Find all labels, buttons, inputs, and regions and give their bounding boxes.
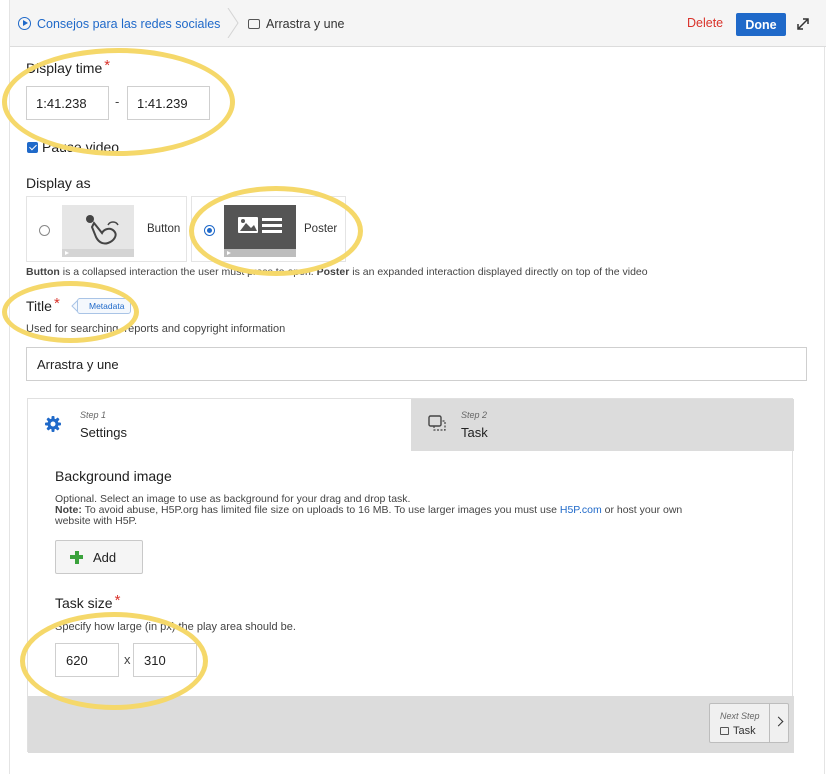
tab-settings[interactable]: Step 1 Settings <box>28 399 411 451</box>
task-size-description: Specify how large (in px) the play area … <box>55 621 296 633</box>
step-name: Task <box>461 425 488 440</box>
note-text-2: or host your own <box>601 504 683 516</box>
task-width-input[interactable]: 620 <box>55 643 119 677</box>
background-image-description: Optional. Select an image to use as back… <box>55 494 785 527</box>
display-as-label: Display as <box>26 175 91 191</box>
display-as-help: Button is a collapsed interaction the us… <box>26 266 648 278</box>
breadcrumb-parent-label: Consejos para las redes sociales <box>37 16 221 31</box>
radio-poster-option[interactable] <box>204 225 215 236</box>
help-text-1: is a collapsed interaction the user must… <box>59 266 317 278</box>
thumb-playbar <box>224 249 296 257</box>
next-step-button[interactable]: Next Step Task <box>709 703 789 743</box>
hand-tap-icon <box>86 215 119 245</box>
required-mark: * <box>114 592 121 609</box>
next-step-label: Next Step <box>720 711 760 721</box>
done-button[interactable]: Done <box>736 13 786 36</box>
display-time-end-input[interactable]: 1:41.239 <box>127 86 210 120</box>
breadcrumb-current-label: Arrastra y une <box>266 16 345 31</box>
option-label-button: Button <box>147 223 181 235</box>
step-name: Settings <box>80 425 127 440</box>
drag-drop-icon <box>720 727 729 735</box>
help-bold-button: Button <box>26 266 60 278</box>
poster-thumbnail <box>224 205 296 257</box>
title-label: Title * <box>26 295 60 315</box>
display-as-option-button[interactable]: Button <box>26 196 187 262</box>
task-size-label: Task size * <box>55 592 121 612</box>
play-circle-icon <box>18 17 31 30</box>
add-label: Add <box>93 549 117 565</box>
radio-button-option[interactable] <box>39 225 50 236</box>
background-image-label: Background image <box>55 468 172 484</box>
add-image-button[interactable]: Add <box>55 540 143 574</box>
editor-page: Consejos para las redes sociales Arrastr… <box>2 0 826 774</box>
h5p-com-link[interactable]: H5P.com <box>560 504 602 516</box>
next-step-target: Task <box>720 725 756 737</box>
poster-icon <box>238 217 282 233</box>
plus-icon <box>70 550 83 564</box>
delete-button[interactable]: Delete <box>687 16 723 30</box>
help-bold-poster: Poster <box>316 266 350 278</box>
task-height-input[interactable]: 310 <box>133 643 197 677</box>
display-time-label-text: Display time <box>26 60 103 76</box>
option-label-poster: Poster <box>304 223 338 235</box>
required-mark: * <box>104 57 111 74</box>
title-input[interactable]: Arrastra y une <box>26 347 807 381</box>
expand-icon[interactable] <box>794 15 812 33</box>
step-number: Step 2 <box>461 410 488 420</box>
help-text-2: is an expanded interaction displayed dir… <box>349 266 648 278</box>
required-mark: * <box>53 295 60 312</box>
next-step-target-label: Task <box>733 725 756 737</box>
wizard-footer: Next Step Task <box>28 696 794 753</box>
tab-task[interactable]: Step 2 Task <box>411 399 794 451</box>
drag-drop-wizard: Step 1 Settings Step 2 Task Background i… <box>27 398 794 753</box>
bg-note-line3: website with H5P. <box>55 515 138 527</box>
display-as-option-poster[interactable]: Poster <box>191 196 346 262</box>
pause-video-checkbox[interactable] <box>27 142 38 153</box>
divider <box>769 704 770 742</box>
title-label-text: Title <box>26 298 52 314</box>
button-thumbnail <box>62 205 134 257</box>
breadcrumb-parent[interactable]: Consejos para las redes sociales <box>18 0 220 47</box>
title-description: Used for searching, reports and copyrigh… <box>26 323 286 335</box>
thumb-playbar <box>62 249 134 257</box>
task-size-label-text: Task size <box>55 595 113 611</box>
pause-video-label: Pause video <box>42 139 120 155</box>
step-number: Step 1 <box>80 410 107 420</box>
bg-note: Note: To avoid abuse, H5P.org has limite… <box>55 505 785 516</box>
metadata-badge[interactable]: Metadata <box>77 298 132 314</box>
drag-drop-icon <box>428 415 446 431</box>
note-text: To avoid abuse, H5P.org has limited file… <box>81 504 560 516</box>
time-separator: - <box>115 94 120 109</box>
size-separator: x <box>124 652 131 667</box>
breadcrumb-chevron-icon <box>227 8 239 38</box>
display-time-label: Display time * <box>26 57 111 77</box>
breadcrumb-current: Arrastra y une <box>248 0 345 47</box>
display-time-start-input[interactable]: 1:41.238 <box>26 86 109 120</box>
drag-drop-icon <box>248 18 260 29</box>
gear-icon <box>45 416 61 432</box>
chevron-right-icon <box>773 716 784 727</box>
top-bar: Consejos para las redes sociales Arrastr… <box>10 0 826 47</box>
